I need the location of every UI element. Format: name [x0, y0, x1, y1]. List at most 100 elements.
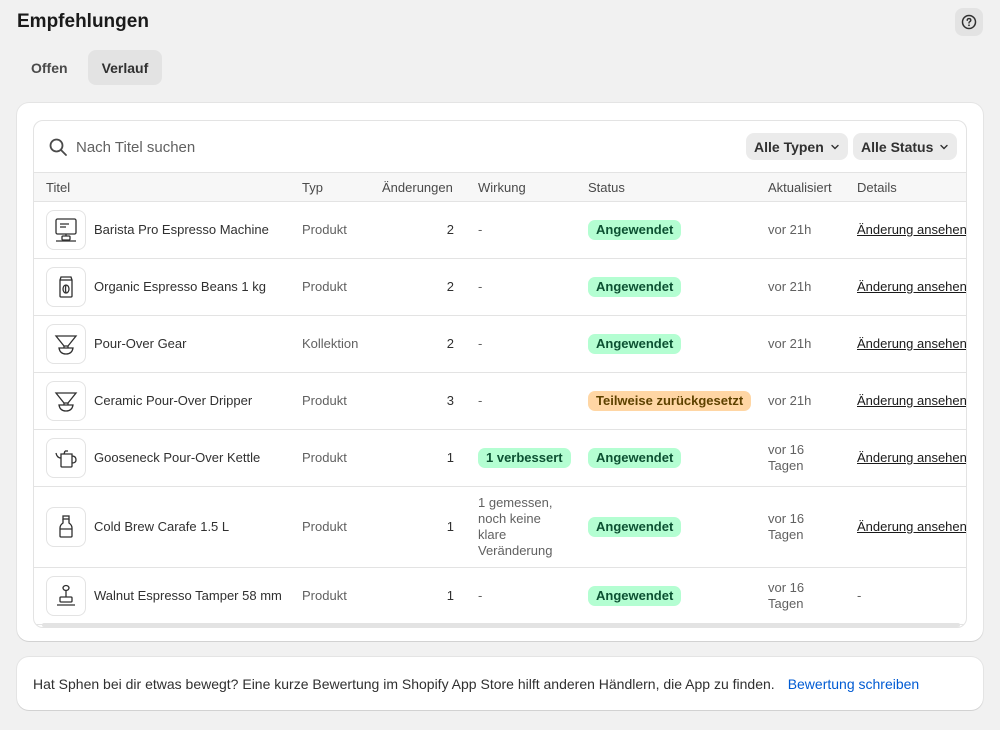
row-type: Produkt [302, 279, 347, 294]
status-badge: Angewendet [588, 448, 682, 468]
view-change-link[interactable]: Änderung ansehen [857, 393, 966, 408]
review-banner-text: Hat Sphen bei dir etwas bewegt? Eine kur… [33, 675, 775, 692]
status-filter-label: Alle Status [861, 138, 934, 155]
coffee-bag-icon [59, 276, 73, 298]
help-button[interactable] [955, 8, 983, 36]
row-type: Kollektion [302, 336, 359, 351]
column-header-effect[interactable]: Wirkung [478, 180, 526, 195]
search-icon [49, 138, 67, 156]
product-thumbnail [46, 576, 86, 616]
column-header-details: Details [857, 180, 897, 195]
row-title: Cold Brew Carafe 1.5 L [94, 519, 230, 534]
row-title: Barista Pro Espresso Machine [94, 222, 269, 237]
review-banner: Hat Sphen bei dir etwas bewegt? Eine kur… [17, 657, 983, 710]
view-change-link[interactable]: Änderung ansehen [857, 450, 966, 465]
row-type: Produkt [302, 450, 347, 465]
row-title: Organic Espresso Beans 1 kg [94, 279, 266, 294]
search-bar: Alle Typen Alle Status [34, 121, 966, 173]
type-filter-button[interactable]: Alle Typen [746, 133, 848, 160]
view-change-link[interactable]: Änderung ansehen [857, 279, 966, 294]
table-row[interactable]: Cold Brew Carafe 1.5 L Produkt 1 1 gemes… [34, 487, 966, 568]
table-row[interactable]: Gooseneck Pour-Over Kettle Produkt 1 1 v… [34, 430, 966, 487]
status-badge: Teilweise zurückgesetzt [588, 391, 752, 411]
row-updated: vor 16 Tagen [768, 511, 805, 542]
row-effect: - [478, 279, 483, 294]
product-thumbnail [46, 267, 86, 307]
row-effect: - [478, 222, 483, 237]
row-title: Pour-Over Gear [94, 336, 187, 351]
product-thumbnail [46, 381, 86, 421]
table-row[interactable]: Barista Pro Espresso Machine Produkt 2 -… [34, 202, 966, 259]
recommendations-table: Titel Typ Änderungen Wirkung Status Aktu… [34, 173, 966, 625]
row-effect: - [478, 336, 483, 351]
row-changes: 3 [446, 393, 454, 408]
column-header-status[interactable]: Status [588, 180, 625, 195]
chevron-down-icon [940, 144, 949, 149]
dripper-icon [54, 335, 78, 355]
dripper-icon [54, 392, 78, 412]
product-thumbnail [46, 507, 86, 547]
view-change-link[interactable]: Änderung ansehen [857, 519, 966, 534]
search-input[interactable] [76, 132, 676, 162]
row-details-empty: - [857, 588, 862, 603]
table-header: Titel Typ Änderungen Wirkung Status Aktu… [34, 173, 966, 202]
row-updated: vor 21h [768, 393, 812, 408]
row-type: Produkt [302, 222, 347, 237]
product-thumbnail [46, 210, 86, 250]
status-badge: Angewendet [588, 277, 682, 297]
row-effect: - [478, 393, 483, 408]
row-title: Ceramic Pour-Over Dripper [94, 393, 253, 408]
espresso-machine-icon [55, 218, 77, 242]
row-effect: - [478, 588, 483, 603]
row-updated: vor 21h [768, 222, 812, 237]
table-row[interactable]: Pour-Over Gear Kollektion 2 - Angewendet… [34, 316, 966, 373]
chevron-down-icon [831, 144, 839, 149]
column-header-title[interactable]: Titel [46, 180, 70, 195]
row-changes: 2 [446, 222, 454, 237]
row-updated: vor 21h [768, 279, 812, 294]
tab-verlauf[interactable]: Verlauf [87, 50, 163, 85]
row-changes: 1 [446, 519, 454, 534]
row-type: Produkt [302, 588, 347, 603]
product-thumbnail [46, 324, 86, 364]
table-row[interactable]: Ceramic Pour-Over Dripper Produkt 3 - Te… [34, 373, 966, 430]
status-badge: Angewendet [588, 334, 682, 354]
kettle-icon [55, 450, 77, 468]
row-updated: vor 21h [768, 336, 812, 351]
page-header: Empfehlungen [17, 8, 983, 36]
row-title: Walnut Espresso Tamper 58 mm [94, 588, 282, 603]
effect-badge: 1 verbessert [478, 448, 571, 468]
type-filter-label: Alle Typen [754, 138, 824, 155]
tab-offen[interactable]: Offen [17, 50, 82, 85]
row-title: Gooseneck Pour-Over Kettle [94, 450, 261, 465]
bottle-icon [59, 515, 73, 538]
row-updated: vor 16 Tagen [768, 442, 805, 473]
status-filter-button[interactable]: Alle Status [853, 133, 958, 160]
column-header-updated[interactable]: Aktualisiert [768, 180, 832, 195]
column-header-type[interactable]: Typ [302, 180, 323, 195]
tamper-icon [57, 584, 75, 606]
row-changes: 1 [446, 450, 454, 465]
table-row[interactable]: Walnut Espresso Tamper 58 mm Produkt 1 -… [34, 568, 966, 625]
status-badge: Angewendet [588, 517, 682, 537]
status-badge: Angewendet [588, 586, 682, 606]
tab-bar: Offen Verlauf [17, 50, 163, 85]
view-change-link[interactable]: Änderung ansehen [857, 222, 966, 237]
row-type: Produkt [302, 519, 347, 534]
row-changes: 2 [446, 336, 454, 351]
recommendations-table-container: Alle Typen Alle Status Titel Typ Änderun… [33, 120, 967, 628]
write-review-link[interactable]: Bewertung schreiben [788, 676, 920, 692]
recommendations-card: Alle Typen Alle Status Titel Typ Änderun… [17, 103, 983, 641]
row-updated: vor 16 Tagen [768, 580, 805, 611]
product-thumbnail [46, 438, 86, 478]
horizontal-scrollbar[interactable] [42, 623, 960, 627]
row-changes: 2 [446, 279, 454, 294]
page-title: Empfehlungen [17, 11, 149, 32]
row-effect: 1 gemessen, noch keine klare Veränderung [478, 495, 553, 558]
row-changes: 1 [446, 588, 454, 603]
column-header-changes[interactable]: Änderungen [382, 180, 453, 195]
table-row[interactable]: Organic Espresso Beans 1 kg Produkt 2 - … [34, 259, 966, 316]
view-change-link[interactable]: Änderung ansehen [857, 336, 966, 351]
status-badge: Angewendet [588, 220, 682, 240]
row-type: Produkt [302, 393, 347, 408]
